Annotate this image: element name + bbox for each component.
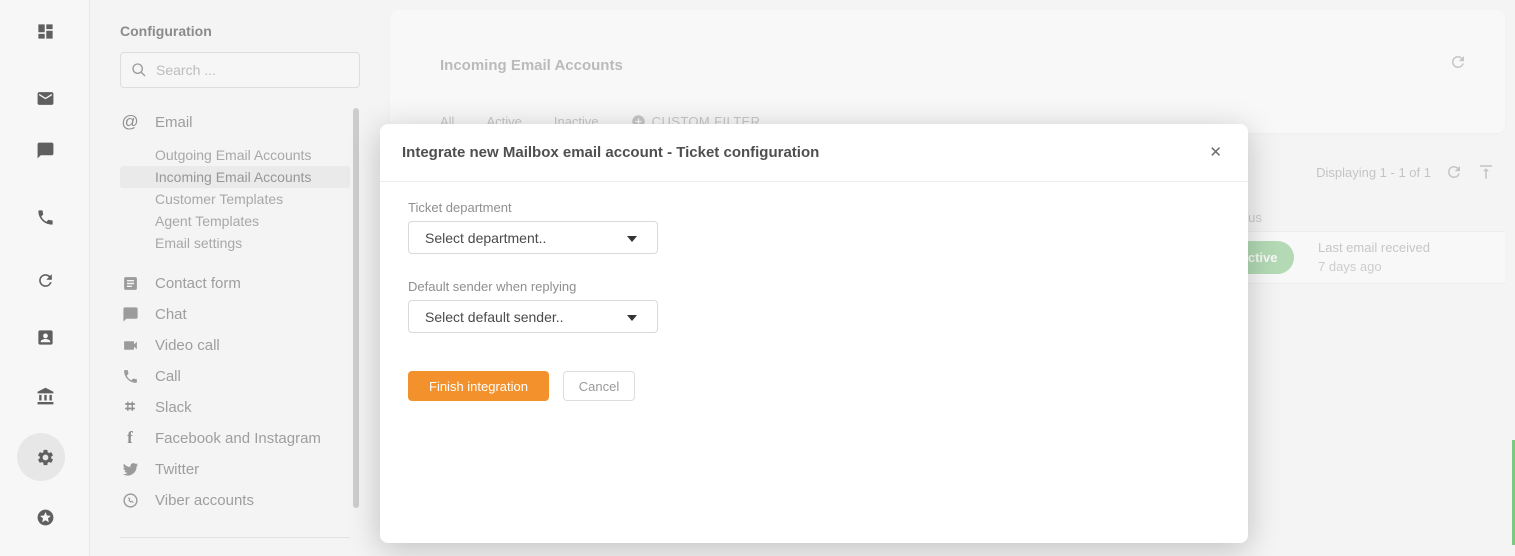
sidebar-item-video-call[interactable]: Video call <box>120 331 220 359</box>
close-icon[interactable]: ✕ <box>1205 141 1226 164</box>
sidebar-item-call[interactable]: Call <box>120 362 181 390</box>
mail-icon[interactable] <box>0 74 90 122</box>
sidebar-item-incoming-email-accounts[interactable]: Incoming Email Accounts <box>120 166 350 188</box>
list-refresh-icon[interactable] <box>1445 163 1463 181</box>
slack-icon: ⌗ <box>120 397 140 417</box>
phone-icon <box>120 366 140 386</box>
bank-icon[interactable] <box>0 372 90 420</box>
refresh-icon[interactable] <box>1449 53 1469 73</box>
sidebar-item-customer-templates[interactable]: Customer Templates <box>120 188 350 210</box>
last-email-label: Last email received <box>1318 240 1430 255</box>
chevron-down-icon <box>627 236 637 242</box>
facebook-icon: f <box>120 428 140 448</box>
ticket-department-label: Ticket department <box>408 200 512 215</box>
page-title: Incoming Email Accounts <box>440 57 623 74</box>
sidebar-title: Configuration <box>120 23 212 39</box>
star-icon[interactable] <box>0 493 90 541</box>
sidebar-item-agent-templates[interactable]: Agent Templates <box>120 210 350 232</box>
sidebar-item-facebook-instagram[interactable]: f Facebook and Instagram <box>120 424 321 452</box>
search-input[interactable] <box>156 62 346 78</box>
modal-header: Integrate new Mailbox email account - Ti… <box>380 124 1248 182</box>
search-icon <box>131 62 147 78</box>
ticket-configuration-modal: Integrate new Mailbox email account - Ti… <box>380 124 1248 543</box>
chevron-down-icon <box>627 315 637 321</box>
list-toolbar: Displaying 1 - 1 of 1 <box>1316 163 1495 181</box>
scroll-to-top-icon[interactable] <box>1477 163 1495 181</box>
sidebar-item-contact-form[interactable]: Contact form <box>120 269 241 297</box>
video-camera-icon <box>120 335 140 355</box>
sidebar-item-viber-accounts[interactable]: Viber accounts <box>120 486 254 514</box>
ticket-department-select[interactable]: Select department.. <box>408 221 658 254</box>
sidebar-item-twitter[interactable]: Twitter <box>120 455 199 483</box>
settings-icon[interactable] <box>0 433 90 481</box>
viber-icon <box>120 490 140 510</box>
sidebar-item-email-settings[interactable]: Email settings <box>120 232 350 254</box>
sidebar-search[interactable] <box>120 52 360 88</box>
configuration-sidebar: Configuration @ Email Outgoing Email Acc… <box>90 0 380 556</box>
page-header-card: Incoming Email Accounts All Active Inact… <box>390 10 1505 133</box>
finish-integration-button[interactable]: Finish integration <box>408 371 549 401</box>
sync-icon[interactable] <box>0 256 90 304</box>
last-email-value: 7 days ago <box>1318 259 1382 274</box>
dashboard-icon[interactable] <box>0 7 90 55</box>
sidebar-bottom-divider <box>120 537 350 538</box>
call-icon[interactable] <box>0 193 90 241</box>
twitter-icon <box>120 459 140 479</box>
default-sender-select[interactable]: Select default sender.. <box>408 300 658 333</box>
cancel-button[interactable]: Cancel <box>563 371 635 401</box>
modal-body: Ticket department Select department.. De… <box>380 182 1248 542</box>
default-sender-label: Default sender when replying <box>408 279 576 294</box>
sidebar-item-email[interactable]: @ Email <box>120 108 193 136</box>
icon-rail <box>0 0 90 556</box>
app-root: Configuration @ Email Outgoing Email Acc… <box>0 0 1515 556</box>
contacts-icon[interactable] <box>0 313 90 361</box>
modal-buttons: Finish integration Cancel <box>408 371 635 401</box>
sidebar-item-chat[interactable]: Chat <box>120 300 187 328</box>
modal-title: Integrate new Mailbox email account - Ti… <box>402 144 819 161</box>
displaying-count: Displaying 1 - 1 of 1 <box>1316 165 1431 180</box>
sidebar-item-outgoing-email-accounts[interactable]: Outgoing Email Accounts <box>120 144 350 166</box>
form-icon <box>120 273 140 293</box>
sidebar-scrollbar[interactable] <box>353 108 359 508</box>
at-email-icon: @ <box>120 112 140 132</box>
chat-bubble-icon <box>120 304 140 324</box>
sidebar-item-slack[interactable]: ⌗ Slack <box>120 393 192 421</box>
chat-icon[interactable] <box>0 126 90 174</box>
